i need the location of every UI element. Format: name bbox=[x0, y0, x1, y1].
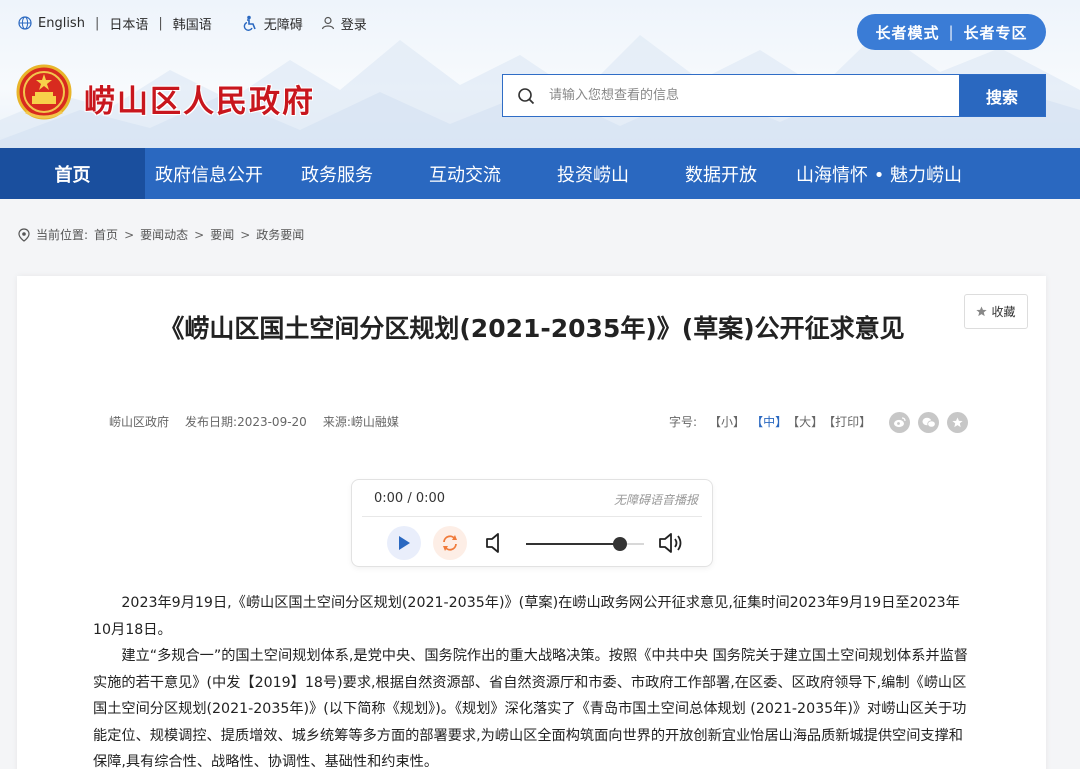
breadcrumb-item[interactable]: 首页 bbox=[94, 226, 118, 243]
globe-icon bbox=[18, 16, 32, 30]
volume-up-icon[interactable] bbox=[658, 531, 686, 555]
login-label: 登录 bbox=[340, 17, 367, 33]
nav-item-home[interactable]: 首页 bbox=[0, 148, 145, 199]
volume-fill bbox=[526, 543, 621, 545]
breadcrumb-separator: > bbox=[240, 227, 251, 242]
source-label: 来源: bbox=[322, 415, 351, 429]
breadcrumb: 当前位置: 首页 > 要闻动态 > 要闻 > 政务要闻 bbox=[18, 226, 304, 243]
breadcrumb-separator: > bbox=[194, 227, 205, 242]
site-header: English | 日本语 | 韩国语 无障碍 登录 长者模式 | 长者专区 崂… bbox=[0, 0, 1080, 148]
national-emblem-logo bbox=[16, 64, 72, 120]
font-size-medium[interactable]: 【中】 bbox=[751, 413, 787, 430]
font-size-large[interactable]: 【大】 bbox=[787, 413, 823, 430]
share-buttons bbox=[889, 412, 968, 433]
nav-item-gov-info[interactable]: 政府信息公开 bbox=[145, 148, 273, 199]
source-group: 来源:崂山融媒 bbox=[323, 413, 399, 430]
accessible-label: 无障碍 bbox=[263, 17, 303, 33]
user-icon bbox=[321, 16, 334, 30]
search-icon-wrap bbox=[503, 75, 549, 116]
player-time: 0:00 / 0:00 bbox=[374, 491, 446, 506]
separator: | bbox=[94, 15, 100, 31]
article-paragraph: 建立“多规合一”的国土空间规划体系,是党中央、国务院作出的重大战略决策。按照《中… bbox=[93, 648, 968, 769]
search-bar: 搜索 bbox=[502, 74, 1046, 117]
publisher: 崂山区政府 bbox=[109, 415, 170, 429]
separator: | bbox=[158, 15, 163, 31]
player-title: 无障碍语音播报 bbox=[613, 493, 698, 507]
article-paragraph: 2023年9月19日,《崂山区国土空间分区规划(2021-2035年)》(草案)… bbox=[93, 595, 960, 638]
lang-english-link[interactable]: English bbox=[18, 16, 85, 31]
volume-knob[interactable] bbox=[613, 537, 628, 551]
breadcrumb-item[interactable]: 政务要闻 bbox=[256, 226, 304, 243]
star-icon bbox=[976, 306, 988, 317]
wechat-icon bbox=[922, 417, 936, 428]
site-title[interactable]: 崂山区人民政府 bbox=[84, 76, 315, 121]
publish-date-label: 发布日期: bbox=[185, 415, 238, 429]
lang-japanese-link[interactable]: 日本语 bbox=[109, 14, 148, 33]
favorite-label: 收藏 bbox=[991, 305, 1016, 319]
loop-icon bbox=[443, 535, 457, 551]
article-card: 收藏 《崂山区国土空间分区规划(2021-2035年)》(草案)公开征求意见 崂… bbox=[17, 276, 1046, 769]
top-utility-bar: English | 日本语 | 韩国语 无障碍 登录 bbox=[18, 12, 367, 34]
nav-item-charm-laoshan[interactable]: 山海情怀 • 魅力崂山 bbox=[785, 148, 973, 199]
elder-mode-button[interactable]: 长者模式 | 长者专区 bbox=[857, 14, 1046, 50]
play-button[interactable] bbox=[387, 526, 421, 560]
favorite-button[interactable]: 收藏 bbox=[964, 294, 1028, 329]
breadcrumb-item[interactable]: 要闻 bbox=[210, 226, 234, 243]
search-button[interactable]: 搜索 bbox=[959, 75, 1045, 116]
share-weibo-button[interactable] bbox=[889, 412, 910, 433]
play-icon bbox=[399, 536, 410, 550]
share-favorite-button[interactable] bbox=[947, 412, 968, 433]
audio-player: 0:00 / 0:00 无障碍语音播报 bbox=[351, 479, 713, 567]
share-wechat-button[interactable] bbox=[918, 412, 939, 433]
print-button[interactable]: 【打印】 bbox=[823, 413, 871, 430]
source: 崂山融媒 bbox=[350, 415, 399, 429]
search-input[interactable] bbox=[549, 75, 959, 116]
font-size-small[interactable]: 【小】 bbox=[709, 413, 745, 430]
article-title: 《崂山区国土空间分区规划(2021-2035年)》(草案)公开征求意见 bbox=[159, 314, 905, 343]
article-tools: 字号: 【小】 【中】 【大】 【打印】 bbox=[669, 413, 871, 430]
publish-date: 2023-09-20 bbox=[237, 415, 307, 429]
article-body: 2023年9月19日,《崂山区国土空间分区规划(2021-2035年)》(草案)… bbox=[93, 590, 973, 769]
login-link[interactable]: 登录 bbox=[321, 14, 367, 33]
weibo-icon bbox=[894, 417, 906, 428]
nav-item-interaction[interactable]: 互动交流 bbox=[401, 148, 529, 199]
elder-mode-label[interactable]: 长者模式 bbox=[875, 22, 939, 43]
divider bbox=[362, 516, 702, 517]
separator: | bbox=[948, 23, 955, 41]
mute-icon[interactable] bbox=[484, 531, 506, 555]
search-icon bbox=[518, 87, 535, 104]
article-meta: 崂山区政府 发布日期:2023-09-20 来源:崂山融媒 bbox=[109, 413, 399, 430]
lang-korean-link[interactable]: 韩国语 bbox=[173, 14, 212, 33]
breadcrumb-separator: > bbox=[124, 227, 135, 242]
volume-slider[interactable] bbox=[526, 537, 644, 551]
font-size-label: 字号: bbox=[669, 415, 698, 429]
star-icon bbox=[952, 417, 963, 428]
main-nav: 首页 政府信息公开 政务服务 互动交流 投资崂山 数据开放 山海情怀 • 魅力崂… bbox=[0, 148, 1080, 199]
accessibility-icon bbox=[243, 15, 256, 31]
breadcrumb-prefix: 当前位置: bbox=[36, 228, 89, 242]
nav-item-services[interactable]: 政务服务 bbox=[273, 148, 401, 199]
nav-item-investment[interactable]: 投资崂山 bbox=[529, 148, 657, 199]
accessible-link[interactable]: 无障碍 bbox=[242, 14, 303, 33]
lang-english-label: English bbox=[38, 15, 85, 31]
location-pin-icon bbox=[18, 227, 30, 242]
breadcrumb-item[interactable]: 要闻动态 bbox=[140, 226, 188, 243]
loop-button[interactable] bbox=[433, 526, 467, 560]
elder-zone-label[interactable]: 长者专区 bbox=[964, 22, 1028, 43]
publish-date-group: 发布日期:2023-09-20 bbox=[185, 413, 307, 430]
nav-item-open-data[interactable]: 数据开放 bbox=[657, 148, 785, 199]
